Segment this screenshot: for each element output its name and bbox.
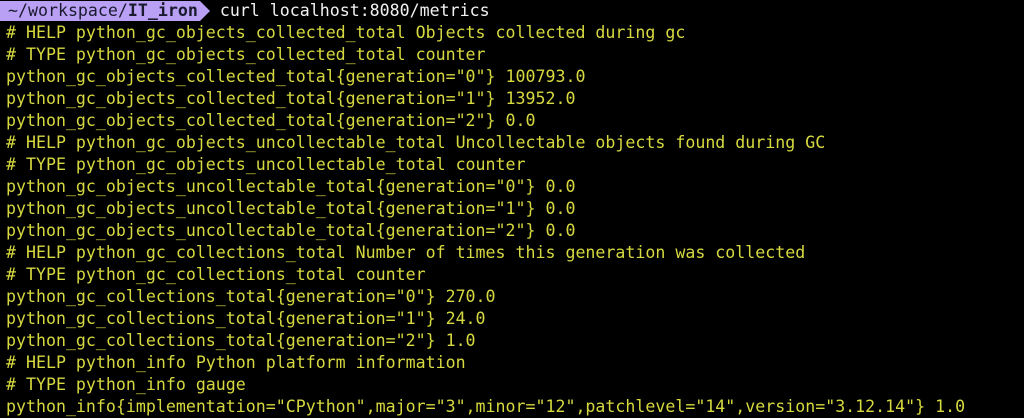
output-line: # TYPE python_gc_objects_collected_total…	[6, 45, 486, 64]
output-line: python_gc_collections_total{generation="…	[6, 331, 476, 350]
output-line: # HELP python_gc_objects_uncollectable_t…	[6, 133, 826, 152]
prompt-path-prefix: ~/workspace/	[8, 1, 128, 20]
output-line: python_gc_collections_total{generation="…	[6, 287, 496, 306]
output-line: python_gc_objects_uncollectable_total{ge…	[6, 199, 576, 218]
output-line: # TYPE python_info gauge	[6, 375, 246, 394]
output-line: python_gc_objects_collected_total{genera…	[6, 111, 536, 130]
command-output: # HELP python_gc_objects_collected_total…	[0, 22, 1024, 418]
output-line: python_gc_objects_uncollectable_total{ge…	[6, 221, 576, 240]
prompt-current-directory: IT_iron	[127, 1, 198, 20]
prompt-arrow-icon	[199, 1, 210, 21]
output-line: # HELP python_gc_collections_total Numbe…	[6, 243, 806, 262]
output-line: python_gc_objects_collected_total{genera…	[6, 89, 576, 108]
output-line: # TYPE python_gc_collections_total count…	[6, 265, 426, 284]
terminal-window[interactable]: ~/workspace/IT_iron curl localhost:8080/…	[0, 0, 1024, 418]
shell-command: curl localhost:8080/metrics	[219, 1, 490, 20]
output-line: # HELP python_gc_objects_collected_total…	[6, 23, 686, 42]
output-line: python_gc_objects_collected_total{genera…	[6, 67, 586, 86]
output-line: python_info{implementation="CPython",maj…	[6, 397, 966, 416]
output-line: python_gc_objects_uncollectable_total{ge…	[6, 177, 576, 196]
prompt-path-badge: ~/workspace/IT_iron	[0, 1, 200, 21]
output-line: # TYPE python_gc_objects_uncollectable_t…	[6, 155, 526, 174]
output-line: python_gc_collections_total{generation="…	[6, 309, 486, 328]
output-line: # HELP python_info Python platform infor…	[6, 353, 466, 372]
prompt-line: ~/workspace/IT_iron curl localhost:8080/…	[0, 0, 1024, 22]
